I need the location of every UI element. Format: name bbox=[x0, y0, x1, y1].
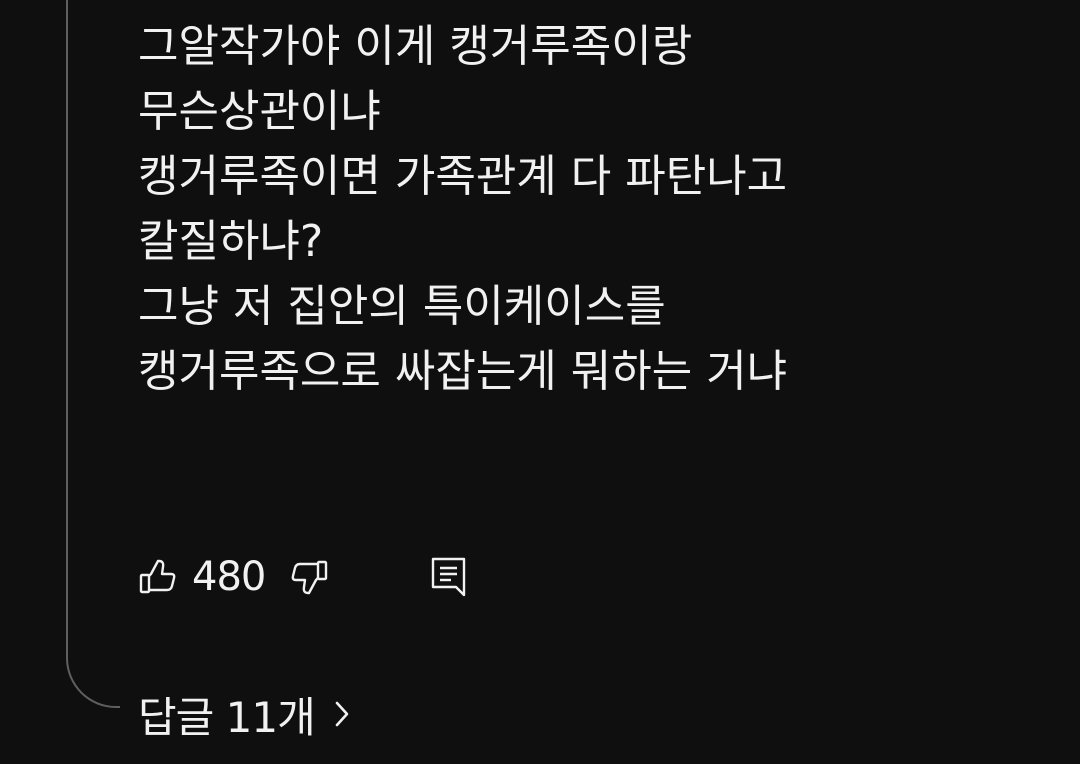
comment-line: 칼질하냐? bbox=[138, 216, 324, 267]
reply-comment-icon bbox=[432, 557, 466, 597]
comment-line: 캥거루족이면 가족관계 다 파탄나고 bbox=[138, 151, 788, 202]
comment-line: 그냥 저 집안의 특이케이스를 bbox=[138, 281, 666, 332]
comment-line: 그알작가야 이게 캥거루족이랑 bbox=[138, 21, 693, 72]
replies-count-label: 답글 11개 bbox=[138, 692, 316, 742]
like-count: 480 bbox=[192, 554, 266, 600]
comment-line: 무슨상관이냐 bbox=[138, 86, 381, 137]
comment-line: 캥거루족으로 싸잡는게 뭐하는 거냐 bbox=[138, 346, 788, 397]
view-replies-button[interactable]: 답글 11개 bbox=[138, 684, 351, 744]
thread-connector-line bbox=[66, 0, 120, 708]
like-button[interactable] bbox=[138, 557, 178, 597]
thumbs-down-icon bbox=[291, 560, 328, 595]
reply-button[interactable] bbox=[429, 555, 469, 599]
comment-text: 그알작가야 이게 캥거루족이랑 무슨상관이냐 캥거루족이면 가족관계 다 파탄나… bbox=[138, 14, 1038, 404]
dislike-button[interactable] bbox=[289, 557, 329, 597]
chevron-right-icon bbox=[333, 699, 351, 729]
comment-action-bar: 480 bbox=[138, 552, 469, 602]
thumbs-up-icon bbox=[139, 559, 176, 594]
